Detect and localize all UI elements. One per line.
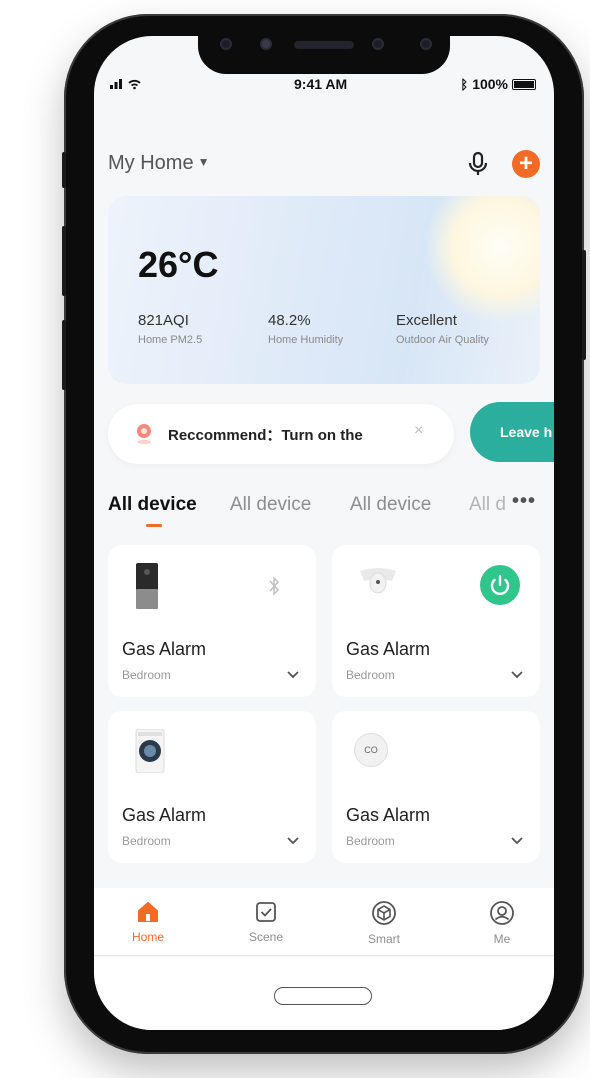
chevron-down-icon[interactable] [510, 833, 524, 847]
device-card[interactable]: Gas Alarm Bedroom [108, 545, 316, 697]
bluetooth-icon [269, 576, 280, 596]
camera-dot [260, 38, 272, 50]
battery-icon [512, 78, 536, 90]
scene-icon [256, 902, 276, 922]
camera-dot [372, 38, 384, 50]
phone-notch [198, 22, 450, 74]
speaker-grille [294, 41, 354, 49]
bluetooth-status-icon: ᛒ [460, 76, 469, 92]
chevron-down-icon[interactable] [510, 667, 524, 681]
device-room: Bedroom [346, 834, 395, 848]
add-device-icon[interactable]: + [512, 150, 540, 178]
leave-home-button[interactable]: Leave h [470, 402, 554, 462]
nav-scene[interactable]: Scene [236, 900, 296, 944]
home-indicator[interactable] [274, 987, 372, 1005]
stat-value: 821AQI [138, 312, 189, 329]
location-pin-icon [137, 424, 151, 445]
device-name: Gas Alarm [346, 805, 431, 825]
power-icon[interactable] [480, 565, 520, 605]
co-sensor-device-image: CO [354, 733, 388, 767]
device-name: Gas Alarm [346, 639, 431, 659]
recommend-text: Reccommend：Turn on the [168, 427, 363, 444]
stat-value: Excellent [396, 312, 457, 329]
smart-icon [372, 901, 396, 925]
nav-home[interactable]: Home [118, 900, 178, 944]
nav-label: Home [131, 930, 164, 944]
device-card[interactable]: Gas Alarm Bedroom [332, 545, 540, 697]
device-card[interactable]: CO Gas Alarm Bedroom [332, 711, 540, 863]
side-button-volume-up [62, 226, 66, 296]
status-time: 9:41 AM [294, 76, 348, 92]
stat-label: Outdoor Air Quality [396, 334, 489, 346]
side-button-power [582, 250, 586, 360]
app-screen: 9:41 AM ᛒ 100% My Home ▼ + 26°C 821AQI Ho… [94, 36, 554, 1030]
side-button-mute [62, 152, 66, 188]
close-icon[interactable]: × [414, 422, 423, 440]
signal-wifi-icon [110, 76, 146, 93]
tab-all-device-3[interactable]: All device [350, 494, 431, 516]
more-icon[interactable]: ••• [512, 490, 536, 513]
temperature: 26°C [138, 244, 219, 285]
home-name: My Home [108, 152, 194, 174]
stat-air-quality: Excellent Outdoor Air Quality [396, 312, 489, 346]
stat-value: 48.2% [268, 312, 311, 329]
stat-humidity: 48.2% Home Humidity [268, 312, 343, 346]
device-tabs: All device All device All device All d •… [108, 490, 548, 527]
tab-all-device[interactable]: All device [108, 494, 197, 516]
stat-label: Home PM2.5 [138, 334, 203, 346]
camera-device-image [360, 568, 396, 594]
device-card[interactable]: Gas Alarm Bedroom [108, 711, 316, 863]
nav-me[interactable]: Me [472, 900, 532, 946]
device-room: Bedroom [346, 668, 395, 682]
battery-indicator: ᛒ 100% [460, 76, 536, 92]
device-room: Bedroom [122, 668, 171, 682]
tab-all-device-4[interactable]: All d [469, 494, 511, 516]
home-selector[interactable]: My Home ▼ [108, 152, 209, 175]
microphone-icon[interactable] [464, 150, 492, 178]
recommend-banner[interactable]: Reccommend：Turn on the × [108, 404, 454, 464]
home-indicator-area [94, 957, 554, 1030]
side-button-volume-down [62, 320, 66, 390]
tab-all-device-2[interactable]: All device [230, 494, 311, 516]
nav-label: Me [493, 932, 511, 946]
bottom-tab-bar: Home Scene Smart Me [94, 888, 554, 956]
active-tab-indicator [146, 524, 162, 527]
co-badge-label: CO [364, 745, 378, 755]
sun-glow [426, 196, 540, 322]
nav-label: Smart [367, 932, 400, 946]
camera-dot [420, 38, 432, 50]
nav-smart[interactable]: Smart [354, 900, 414, 946]
stat-label: Home Humidity [268, 334, 344, 346]
device-name: Gas Alarm [122, 639, 207, 659]
chevron-down-icon[interactable] [286, 667, 300, 681]
camera-dot [220, 38, 232, 50]
nav-label: Scene [248, 930, 284, 944]
home-icon [138, 902, 158, 922]
device-name: Gas Alarm [122, 805, 207, 825]
stat-pm25: 821AQI Home PM2.5 [138, 312, 202, 346]
profile-icon [490, 901, 514, 925]
battery-percent: 100% [472, 76, 508, 92]
weather-card: 26°C 821AQI Home PM2.5 48.2% Home Humidi… [108, 196, 540, 384]
device-room: Bedroom [122, 834, 171, 848]
caret-down-icon: ▼ [197, 155, 210, 169]
status-bar: 9:41 AM ᛒ 100% [94, 74, 554, 94]
doorbell-device-image [136, 563, 158, 609]
washer-device-image [135, 729, 165, 773]
chevron-down-icon[interactable] [286, 833, 300, 847]
